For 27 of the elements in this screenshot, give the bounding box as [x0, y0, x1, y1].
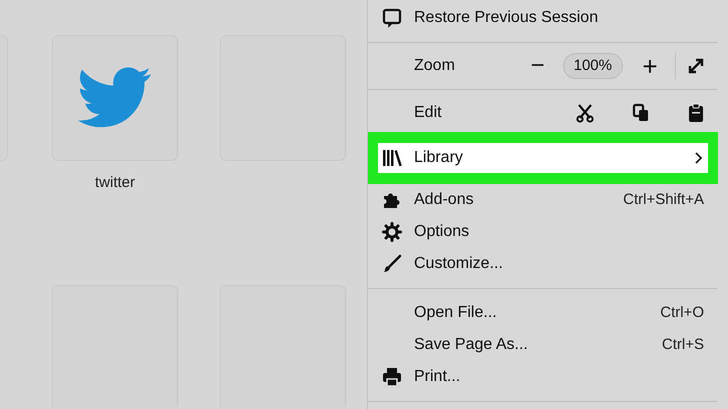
scissors-icon[interactable]	[576, 103, 594, 123]
menu-item[interactable]: Print...	[382, 365, 704, 389]
edit-label: Edit	[414, 103, 443, 123]
site-tile[interactable]	[52, 35, 178, 161]
highlighted-menu-item[interactable]: Library	[378, 143, 708, 173]
menu-item[interactable]: Customize...	[382, 252, 704, 276]
copy-icon[interactable]	[632, 103, 650, 123]
zoom-out-button[interactable]: −	[522, 48, 553, 84]
tile-label: twitter	[94, 174, 135, 191]
zoom-in-button[interactable]: +	[635, 46, 665, 86]
gear-icon	[382, 222, 402, 242]
menu-item[interactable]: Open File... Ctrl+O	[382, 301, 704, 325]
printer-icon	[382, 367, 402, 387]
clipboard-icon[interactable]	[688, 103, 704, 123]
brush-icon	[382, 254, 402, 274]
shortcut-label: Ctrl+Shift+A	[623, 190, 704, 210]
menu-item[interactable]: Restore Previous Session	[382, 6, 704, 30]
library-icon	[382, 149, 402, 167]
fullscreen-icon[interactable]	[686, 56, 706, 76]
shortcut-label: Ctrl+S	[662, 334, 704, 355]
zoom-label: Zoom	[414, 56, 456, 76]
zoom-level-button[interactable]: 100%	[562, 52, 623, 80]
bird-icon	[77, 67, 153, 129]
menu-item[interactable]: Options	[382, 220, 704, 244]
menu-item[interactable]: Add-ons Ctrl+Shift+A	[382, 188, 704, 212]
menu-item[interactable]: Save Page As... Ctrl+S	[382, 333, 704, 357]
shortcut-label: Ctrl+O	[660, 302, 704, 323]
